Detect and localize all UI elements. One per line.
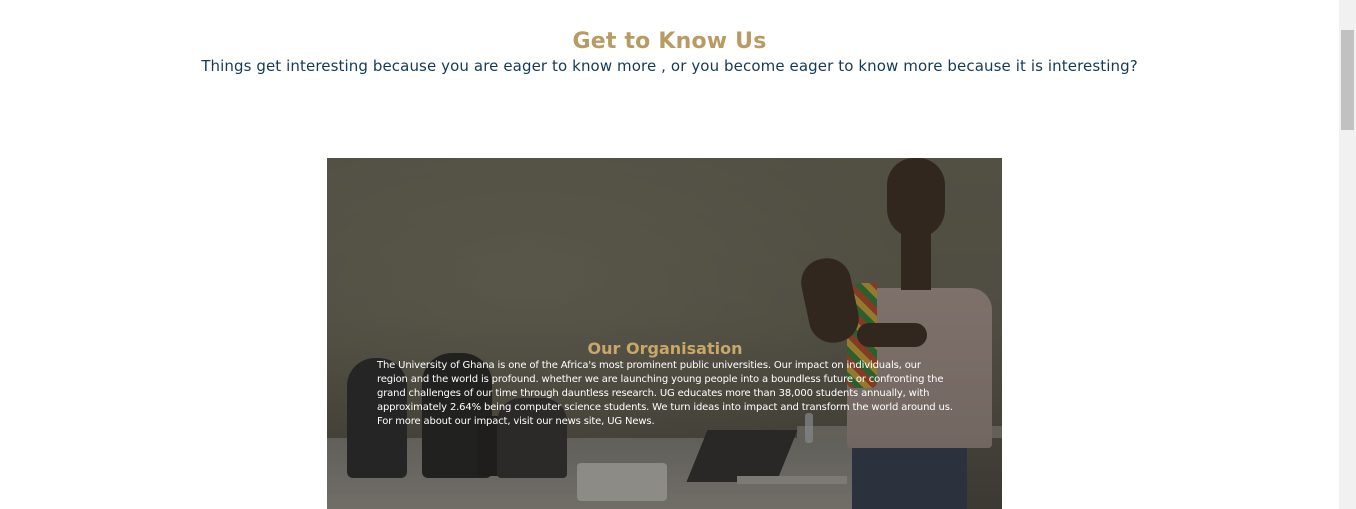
section-subtitle: Things get interesting because you are e… — [201, 57, 1138, 75]
classroom-photo — [327, 158, 1002, 509]
page: Get to Know Us Things get interesting be… — [0, 0, 1356, 509]
page-scrollbar[interactable] — [1339, 0, 1356, 509]
photo-dark-overlay — [327, 158, 1002, 509]
organisation-title: Our Organisation — [587, 339, 743, 358]
about-section-header: Get to Know Us Things get interesting be… — [0, 28, 1339, 77]
organisation-block: Our Organisation The University of Ghana… — [377, 339, 953, 429]
scrollbar-thumb[interactable] — [1341, 30, 1354, 130]
section-title: Get to Know Us — [572, 29, 767, 54]
organisation-description: The University of Ghana is one of the Af… — [377, 360, 953, 427]
